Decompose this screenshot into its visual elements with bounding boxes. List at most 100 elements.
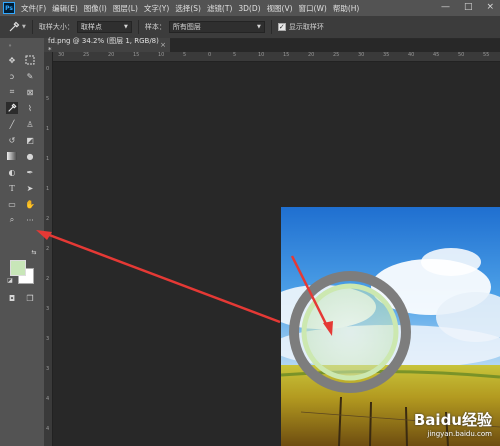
rectangle-tool-icon[interactable]: ▭: [6, 198, 18, 210]
default-colors-icon[interactable]: ◪: [4, 274, 16, 286]
menu-view[interactable]: 视图(V): [267, 3, 293, 14]
menu-image[interactable]: 图像(I): [84, 3, 107, 14]
divider: [137, 20, 139, 34]
tool-preset-picker[interactable]: ▼: [8, 21, 26, 33]
watermark-url: jingyan.baidu.com: [427, 430, 492, 438]
arrow-to-foreground-color: [43, 231, 281, 324]
ruler-tick-label: 30: [358, 52, 365, 58]
menu-window[interactable]: 窗口(W): [299, 3, 327, 14]
menu-type[interactable]: 文字(Y): [144, 3, 169, 14]
ruler-tick-label: 3: [46, 306, 50, 312]
path-selection-tool-icon[interactable]: ➤: [24, 182, 36, 194]
ruler-tick-label: 45: [433, 52, 440, 58]
history-brush-tool-icon[interactable]: ↺: [6, 134, 18, 146]
menu-filter[interactable]: 滤镜(T): [207, 3, 232, 14]
document-tab[interactable]: fd.png @ 34.2% (图层 1, RGB/8) * ×: [44, 37, 170, 54]
collapse-panel-icon[interactable]: »: [4, 40, 16, 52]
divider: [270, 20, 272, 34]
blur-tool-icon[interactable]: ●: [24, 150, 36, 162]
show-sampling-ring-checkbox[interactable]: ✓: [277, 23, 286, 31]
zoom-tool-icon[interactable]: ⌕: [6, 214, 18, 226]
ruler-tick-label: 1: [46, 156, 50, 162]
ruler-tick-label: 1: [46, 126, 50, 132]
divider: [31, 20, 33, 34]
frame-tool-icon[interactable]: ⊠: [24, 86, 36, 98]
ruler-tick-label: 0: [46, 66, 50, 72]
ruler-tick-label: 20: [108, 52, 115, 58]
tools-panel: » ✥ ↄ ✎ ⌗ ⊠ ⌇ ╱ ♙ ↺ ◩ ● ◐ ✒ T ➤ ▭ ✋ ⌕ ··…: [0, 38, 45, 446]
sample-label: 样本：: [144, 23, 166, 31]
ruler-tick-label: 2: [46, 246, 50, 252]
menu-select[interactable]: 选择(S): [175, 3, 201, 14]
eraser-tool-icon[interactable]: ◩: [24, 134, 36, 146]
ruler-tick-label: 30: [58, 52, 65, 58]
move-tool-icon[interactable]: ✥: [6, 54, 18, 66]
ruler-tick-label: 10: [158, 52, 165, 58]
ruler-tick-label: 4: [46, 426, 50, 432]
ruler-tick-label: 15: [283, 52, 290, 58]
menu-file[interactable]: 文件(F): [21, 3, 46, 14]
ruler-tick-label: 4: [46, 396, 50, 402]
chevron-down-icon: ▼: [124, 24, 128, 30]
eyedropper-icon: [9, 21, 20, 32]
brush-tool-icon[interactable]: ╱: [6, 118, 18, 130]
quick-selection-tool-icon[interactable]: ✎: [24, 70, 36, 82]
lasso-tool-icon[interactable]: ↄ: [6, 70, 18, 82]
menu-edit[interactable]: 编辑(E): [52, 3, 78, 14]
sample-layers-select[interactable]: 所有图层 ▼: [168, 21, 265, 33]
swap-colors-icon[interactable]: ⇆: [28, 246, 40, 258]
window-controls: — □ ×: [441, 2, 494, 12]
ruler-tick-label: 20: [308, 52, 315, 58]
ruler-tick-label: 5: [183, 52, 187, 58]
dodge-tool-icon[interactable]: ◐: [6, 166, 18, 178]
menu-help[interactable]: 帮助(H): [333, 3, 360, 14]
close-document-icon[interactable]: ×: [160, 41, 166, 49]
quick-mask-icon[interactable]: ◘: [6, 292, 18, 304]
sample-layers-value: 所有图层: [172, 23, 201, 31]
sample-size-label: 取样大小：: [38, 23, 74, 31]
marquee-tool-icon[interactable]: [24, 54, 36, 66]
ruler-tick-label: 3: [46, 336, 50, 342]
sampling-ring-inner: [301, 283, 399, 381]
baidu-jingyan-watermark: Baidu经验 jingyan.baidu.com: [414, 409, 492, 438]
close-window-button[interactable]: ×: [486, 2, 494, 12]
menu-bar: Ps 文件(F) 编辑(E) 图像(I) 图层(L) 文字(Y) 选择(S) 滤…: [0, 0, 500, 16]
ruler-tick-label: 2: [46, 276, 50, 282]
show-sampling-ring-label: 显示取样环: [288, 23, 324, 31]
ruler-tick-label: 35: [383, 52, 390, 58]
vertical-ruler[interactable]: 0 5 1 1 1 2 2 2 3 3 3 4 4: [44, 52, 53, 446]
ruler-tick-label: 40: [408, 52, 415, 58]
maximize-button[interactable]: □: [464, 2, 473, 12]
clone-stamp-tool-icon[interactable]: ♙: [24, 118, 36, 130]
gradient-tool-icon[interactable]: [6, 150, 18, 162]
watermark-brand: Baidu经验: [413, 411, 492, 429]
chevron-down-icon: ▼: [257, 24, 261, 30]
ruler-tick-label: 1: [46, 186, 50, 192]
ruler-tick-label: 5: [233, 52, 237, 58]
type-tool-icon[interactable]: T: [6, 182, 18, 194]
ruler-tick-label: 25: [333, 52, 340, 58]
photoshop-logo-icon: Ps: [3, 2, 15, 14]
ruler-tick-label: 0: [208, 52, 212, 58]
canvas-image[interactable]: Baidu经验 jingyan.baidu.com: [281, 207, 500, 446]
menu-layer[interactable]: 图层(L): [113, 3, 138, 14]
hand-tool-icon[interactable]: ✋: [24, 198, 36, 210]
horizontal-ruler[interactable]: 30 25 20 15 10 5 0 5 10 15 20 25 30 35 40 45 50 55: [52, 52, 500, 62]
ruler-tick-label: 2: [46, 216, 50, 222]
crop-tool-icon[interactable]: ⌗: [6, 86, 18, 98]
healing-brush-tool-icon[interactable]: ⌇: [24, 102, 36, 114]
sample-size-select[interactable]: 取样点 ▼: [76, 21, 132, 33]
minimize-button[interactable]: —: [441, 2, 450, 12]
ruler-tick-label: 5: [46, 96, 50, 102]
more-tools-icon[interactable]: ···: [24, 214, 36, 226]
ruler-tick-label: 25: [83, 52, 90, 58]
ruler-tick-label: 10: [258, 52, 265, 58]
ruler-tick-label: 55: [483, 52, 490, 58]
menu-3d[interactable]: 3D(D): [238, 4, 260, 13]
screen-mode-icon[interactable]: ❐: [24, 292, 36, 304]
eyedropper-tool-icon[interactable]: [6, 102, 18, 114]
ruler-tick-label: 15: [133, 52, 140, 58]
sample-size-value: 取样点: [80, 23, 102, 31]
pen-tool-icon[interactable]: ✒: [24, 166, 36, 178]
ruler-tick-label: 3: [46, 366, 50, 372]
